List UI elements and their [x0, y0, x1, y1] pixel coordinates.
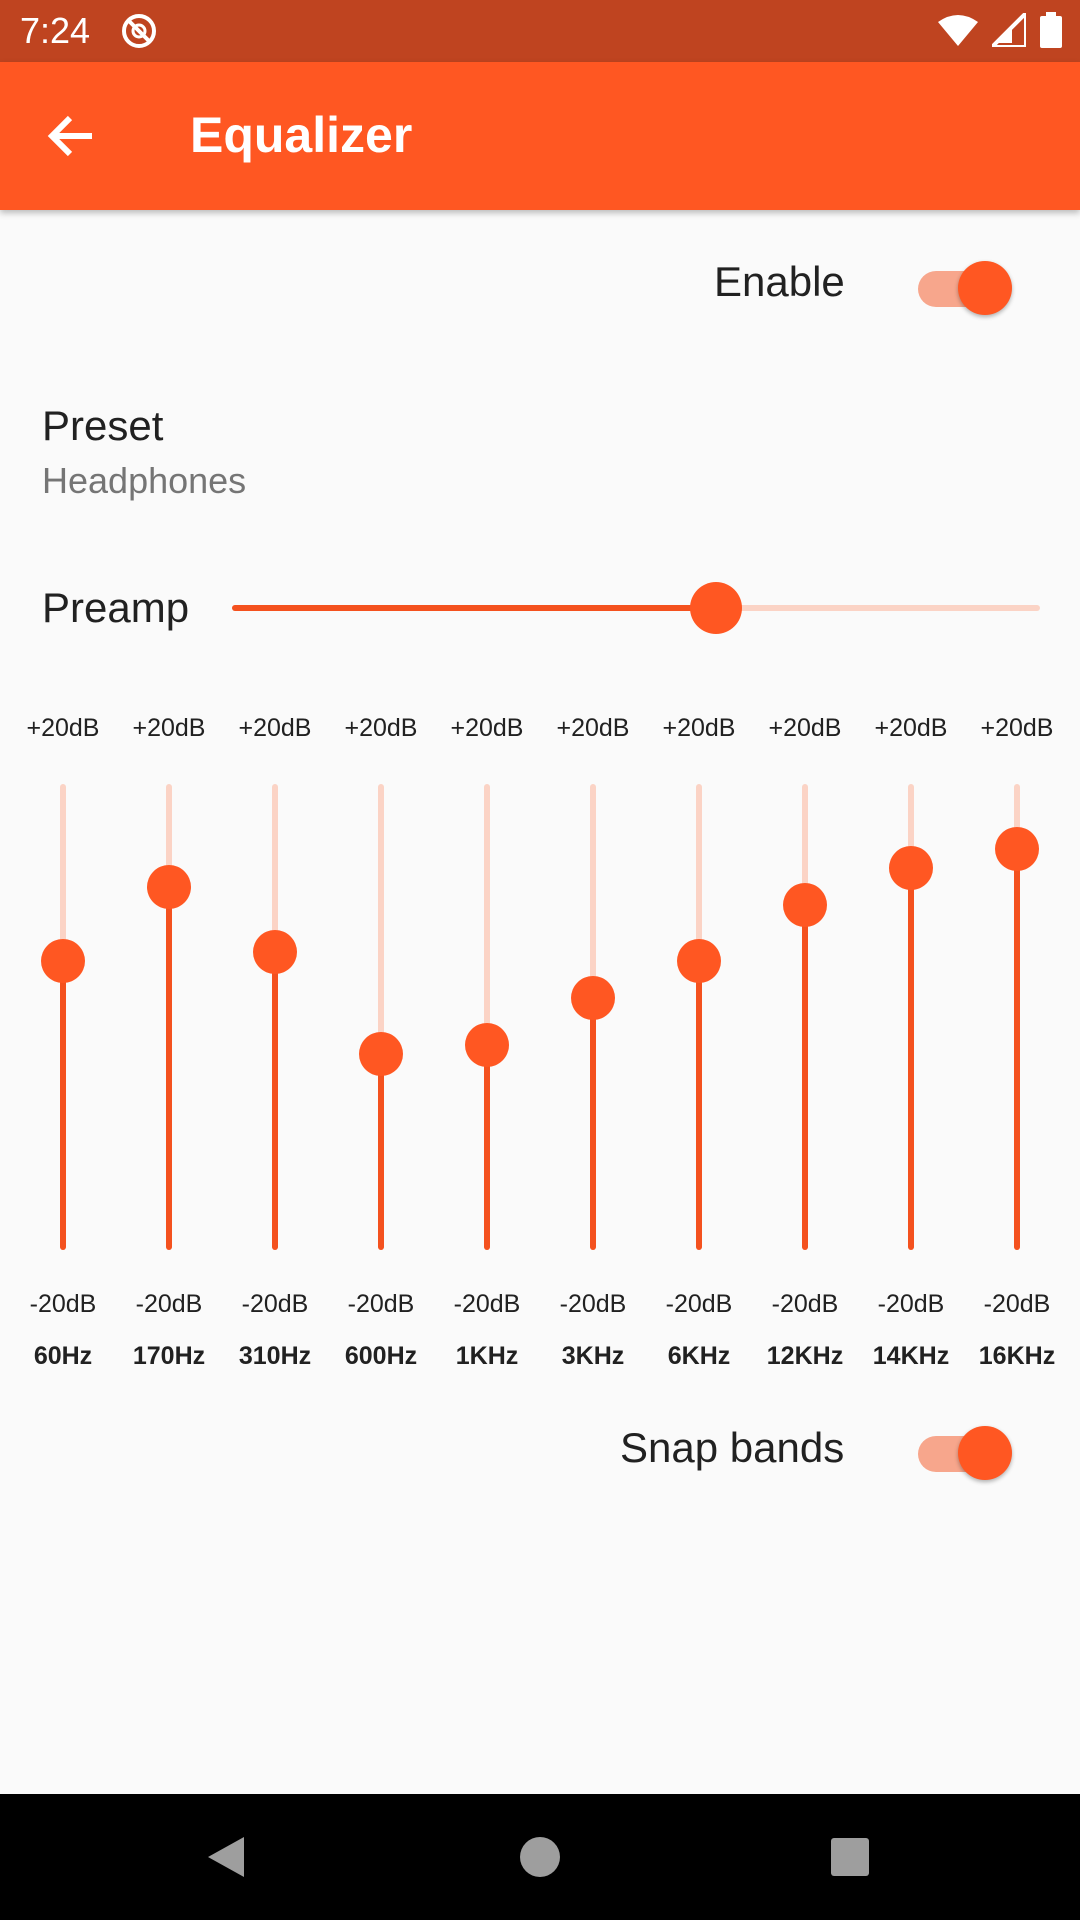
band-frequency-label: 170Hz: [132, 1342, 206, 1370]
slider-fill: [696, 961, 702, 1250]
band-max-label: +20dB: [132, 714, 206, 742]
band-frequency-label: 12KHz: [766, 1342, 844, 1370]
band-min-label: -20dB: [453, 1290, 521, 1318]
status-time: 7:24: [20, 10, 91, 51]
band-frequency-label: 310Hz: [238, 1342, 312, 1370]
band-max-label: +20dB: [662, 714, 736, 742]
do-not-disturb-icon: [122, 14, 156, 48]
band-slider[interactable]: [780, 784, 830, 1250]
eq-band: +20dB -20dB 6KHz: [646, 700, 752, 1380]
preset-value: Headphones: [42, 460, 247, 501]
slider-fill: [272, 951, 278, 1250]
preset-title: Preset: [42, 402, 164, 449]
band-max-label: +20dB: [344, 714, 418, 742]
band-min-label: -20dB: [559, 1290, 627, 1318]
band-min-label: -20dB: [877, 1290, 945, 1318]
slider-fill: [60, 961, 66, 1250]
slider-thumb[interactable]: [783, 883, 827, 928]
slider-thumb[interactable]: [253, 929, 297, 974]
slider-thumb[interactable]: [359, 1032, 403, 1077]
band-frequency-label: 6KHz: [667, 1342, 731, 1370]
eq-band: +20dB -20dB 3KHz: [540, 700, 646, 1380]
band-max-label: +20dB: [26, 714, 100, 742]
slider-thumb[interactable]: [677, 939, 721, 984]
app-bar: Equalizer: [0, 62, 1080, 210]
slider-thumb[interactable]: [465, 1022, 509, 1067]
band-max-label: +20dB: [980, 714, 1054, 742]
eq-band: +20dB -20dB 600Hz: [328, 700, 434, 1380]
band-frequency-label: 14KHz: [872, 1342, 950, 1370]
slider-fill: [908, 867, 914, 1250]
band-max-label: +20dB: [238, 714, 312, 742]
eq-band: +20dB -20dB 14KHz: [858, 700, 964, 1380]
enable-switch[interactable]: [908, 253, 1012, 315]
equalizer-bands: +20dB -20dB 60Hz +20dB -20dB 170Hz +20dB -20dB 3…: [0, 700, 1080, 1380]
slider-thumb[interactable]: [995, 827, 1039, 872]
page-title: Equalizer: [190, 107, 413, 163]
band-max-label: +20dB: [874, 714, 948, 742]
eq-band: +20dB -20dB 310Hz: [222, 700, 328, 1380]
slider-thumb[interactable]: [41, 939, 85, 984]
band-min-label: -20dB: [771, 1290, 839, 1318]
band-slider[interactable]: [462, 784, 512, 1250]
enable-label: Enable: [714, 258, 845, 305]
circle-home-icon[interactable]: [510, 1827, 570, 1887]
preamp-label: Preamp: [42, 584, 190, 631]
band-slider[interactable]: [674, 784, 724, 1250]
slider-thumb[interactable]: [889, 845, 933, 890]
eq-band: +20dB -20dB 60Hz: [10, 700, 116, 1380]
snap-bands-label: Snap bands: [620, 1424, 845, 1471]
snap-bands-switch[interactable]: [908, 1418, 1012, 1480]
eq-band: +20dB -20dB 170Hz: [116, 700, 222, 1380]
band-frequency-label: 1KHz: [455, 1342, 519, 1370]
slider-fill: [232, 605, 716, 611]
status-bar: 7:24: [0, 0, 1080, 62]
status-icons: [938, 12, 1062, 48]
cell-signal-icon: [992, 13, 1026, 47]
slider-thumb[interactable]: [689, 582, 742, 634]
switch-thumb: [958, 1426, 1012, 1480]
band-slider[interactable]: [38, 784, 88, 1250]
slider-fill: [802, 905, 808, 1250]
slider-thumb[interactable]: [571, 976, 615, 1021]
slider-fill: [1014, 849, 1020, 1250]
band-min-label: -20dB: [241, 1290, 309, 1318]
navigation-bar: [0, 1794, 1080, 1920]
band-max-label: +20dB: [450, 714, 524, 742]
band-min-label: -20dB: [665, 1290, 733, 1318]
slider-fill: [590, 998, 596, 1250]
battery-icon: [1040, 12, 1062, 48]
back-arrow-icon[interactable]: [40, 106, 100, 166]
eq-band: +20dB -20dB 16KHz: [964, 700, 1070, 1380]
band-frequency-label: 3KHz: [561, 1342, 625, 1370]
band-slider[interactable]: [886, 784, 936, 1250]
slider-fill: [166, 886, 172, 1250]
band-min-label: -20dB: [29, 1290, 97, 1318]
band-frequency-label: 600Hz: [344, 1342, 418, 1370]
band-slider[interactable]: [568, 784, 618, 1250]
triangle-back-icon[interactable]: [196, 1827, 256, 1887]
band-min-label: -20dB: [347, 1290, 415, 1318]
slider-fill: [484, 1044, 490, 1250]
band-slider[interactable]: [992, 784, 1042, 1250]
band-slider[interactable]: [356, 784, 406, 1250]
switch-thumb: [958, 261, 1012, 315]
band-min-label: -20dB: [135, 1290, 203, 1318]
eq-band: +20dB -20dB 1KHz: [434, 700, 540, 1380]
band-slider[interactable]: [144, 784, 194, 1250]
slider-fill: [378, 1054, 384, 1250]
preamp-slider[interactable]: [230, 578, 1040, 638]
square-recents-icon[interactable]: [820, 1827, 880, 1887]
band-slider[interactable]: [250, 784, 300, 1250]
band-frequency-label: 60Hz: [33, 1342, 93, 1370]
band-max-label: +20dB: [768, 714, 842, 742]
band-frequency-label: 16KHz: [978, 1342, 1056, 1370]
wifi-icon: [938, 15, 978, 46]
band-max-label: +20dB: [556, 714, 630, 742]
band-min-label: -20dB: [983, 1290, 1051, 1318]
eq-band: +20dB -20dB 12KHz: [752, 700, 858, 1380]
slider-thumb[interactable]: [147, 864, 191, 909]
